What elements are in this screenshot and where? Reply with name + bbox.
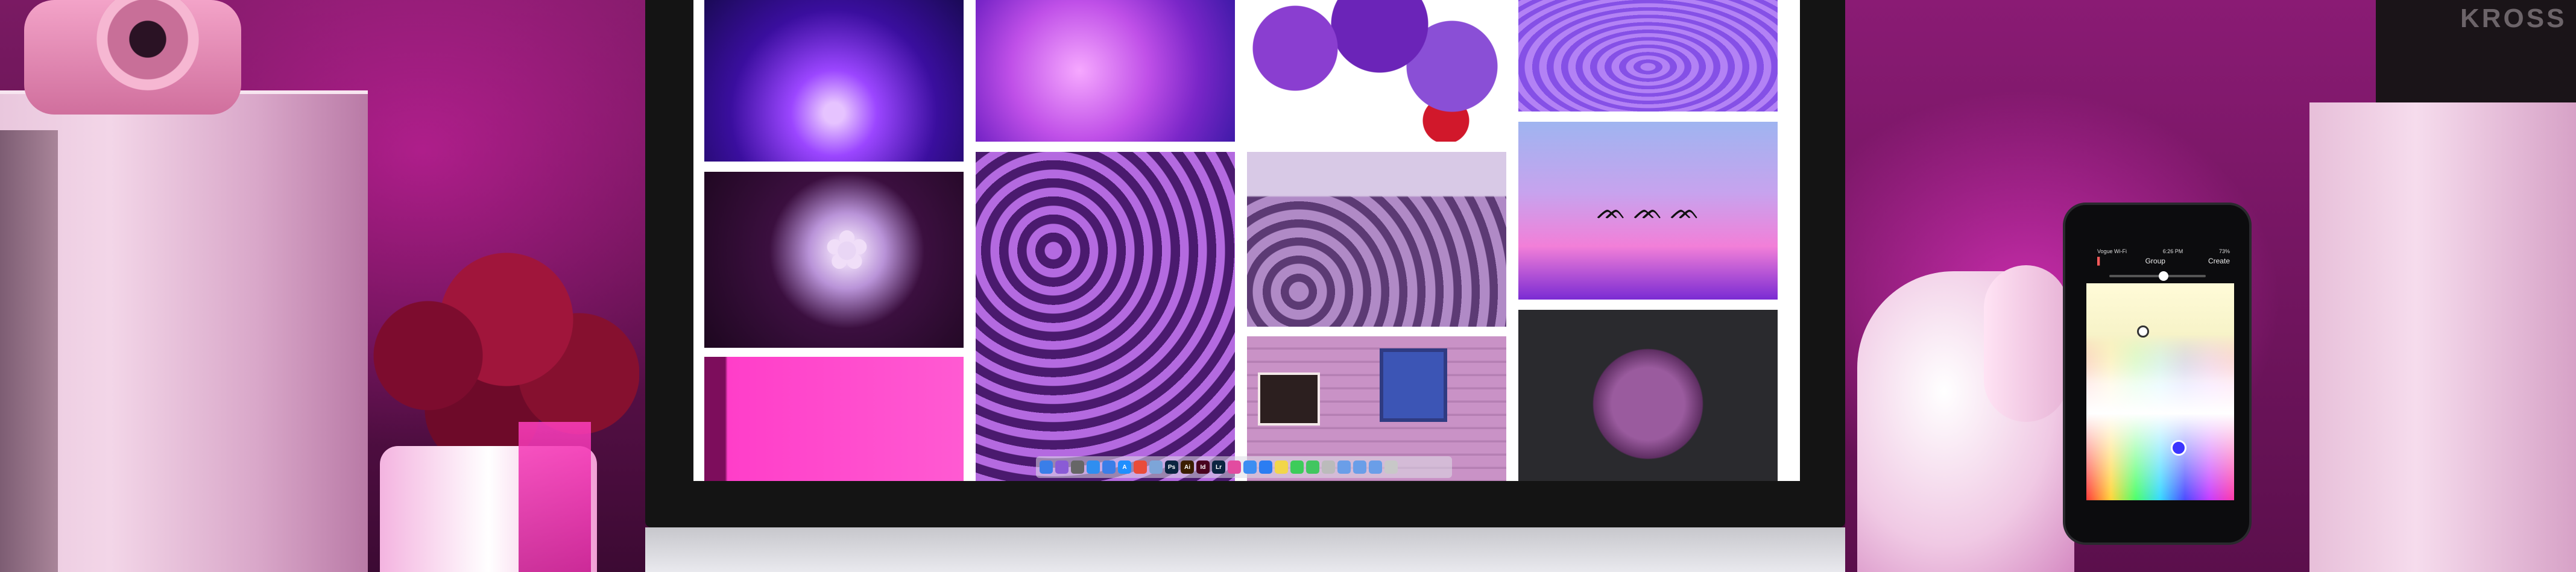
image-tile-balloons[interactable] [1247, 0, 1506, 142]
color-picker-warm-area[interactable] [2086, 283, 2234, 386]
phone-nav-header: ▌ Group Create [2097, 257, 2230, 265]
phone-title: Group [2145, 257, 2165, 265]
mac-dock: A Ps Ai Id Lr [1036, 456, 1452, 478]
battery-label: 73% [2218, 248, 2230, 254]
folder-icon[interactable] [1337, 460, 1351, 474]
image-tile-sunset-birds[interactable]: ᨏ ᨏ ᨏ [1518, 122, 1778, 300]
dropbox-icon[interactable] [1259, 460, 1272, 474]
preview-icon[interactable] [1149, 460, 1163, 474]
photoshop-icon[interactable]: Ps [1165, 460, 1178, 474]
instant-camera [24, 0, 241, 115]
create-button[interactable]: Create [2208, 257, 2230, 265]
appstore-icon[interactable]: A [1118, 460, 1131, 474]
lightroom-icon[interactable]: Lr [1212, 460, 1225, 474]
carrier-label: Vogue Wi-Fi [2097, 248, 2127, 254]
launchpad-icon[interactable] [1071, 460, 1084, 474]
phone-status-bar: Vogue Wi-Fi 6:26 PM 73% [2097, 248, 2230, 254]
color-picker-handle[interactable] [2137, 325, 2149, 338]
cabinet-door [0, 130, 58, 572]
house-window-right [1380, 348, 1447, 422]
image-tile-pink[interactable] [704, 357, 964, 481]
monitor-chin [645, 527, 1845, 572]
image-tile-alliums[interactable] [1247, 152, 1506, 327]
hand-thumb [1984, 265, 2068, 422]
trash-icon[interactable] [1384, 460, 1398, 474]
brightness-slider-knob[interactable] [2159, 271, 2168, 281]
indesign-icon[interactable]: Id [1196, 460, 1210, 474]
time-label: 6:26 PM [2162, 248, 2183, 254]
image-tile-smoke[interactable] [976, 0, 1235, 142]
chrome-icon[interactable] [1134, 460, 1147, 474]
cloud-icon[interactable] [1243, 460, 1257, 474]
safari-icon[interactable] [1087, 460, 1100, 474]
flower-icon: ✿ [824, 221, 870, 281]
birds-icon: ᨏ ᨏ ᨏ [1596, 197, 1700, 224]
facetime-icon[interactable] [1306, 460, 1319, 474]
itunes-icon[interactable] [1228, 460, 1241, 474]
pink-glass [519, 422, 591, 572]
image-tile-phlox[interactable] [976, 152, 1235, 481]
color-picker-handle-blue[interactable] [2171, 440, 2186, 456]
image-tile-fiber-optic[interactable] [704, 0, 964, 162]
finder-icon[interactable] [1040, 460, 1053, 474]
notes-icon[interactable] [1275, 460, 1288, 474]
right-cabinet [2309, 102, 2576, 572]
messages-icon[interactable] [1290, 460, 1304, 474]
downloads-icon[interactable] [1369, 460, 1382, 474]
image-tile-water-drop[interactable] [1518, 0, 1778, 112]
speaker-brand-text: KROSS [2460, 4, 2567, 33]
camera-lens [96, 0, 199, 90]
left-cabinet [0, 90, 368, 572]
back-icon[interactable]: ▌ [2097, 257, 2103, 265]
illustrator-icon[interactable]: Ai [1181, 460, 1194, 474]
photo-scene: KROSS ✿ ᨏ ᨏ ᨏ A PsAiIdLr Vogue Wi-Fi [0, 0, 2576, 572]
monitor-screen: ✿ ᨏ ᨏ ᨏ [693, 0, 1800, 481]
folder-icon[interactable] [1353, 460, 1366, 474]
brightness-slider[interactable] [2109, 275, 2206, 277]
rose-bouquet [326, 247, 639, 464]
image-tile-chrysanthemum[interactable] [1518, 310, 1778, 481]
mail-icon[interactable] [1102, 460, 1116, 474]
image-tile-daisy[interactable]: ✿ [704, 172, 964, 348]
house-window-left [1258, 372, 1320, 426]
document-icon[interactable] [1322, 460, 1335, 474]
siri-icon[interactable] [1055, 460, 1069, 474]
